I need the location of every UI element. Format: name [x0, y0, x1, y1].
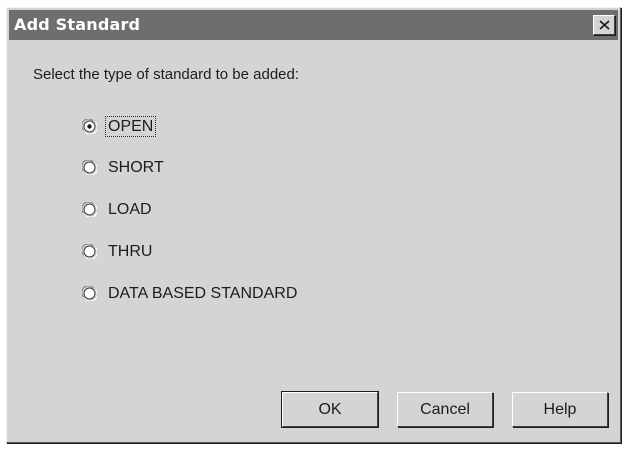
dialog-title: Add Standard — [14, 15, 141, 34]
radio-label-short[interactable]: SHORT — [106, 158, 166, 177]
radio-option-data-based-standard[interactable]: DATA BASED STANDARD — [82, 283, 382, 307]
radio-label-thru[interactable]: THRU — [106, 242, 154, 261]
cancel-button[interactable]: Cancel — [397, 392, 493, 427]
prompt-label: Select the type of standard to be added: — [33, 66, 300, 83]
radio-option-short[interactable]: SHORT — [82, 157, 382, 181]
close-icon — [599, 20, 610, 30]
radio-label-load[interactable]: LOAD — [106, 200, 154, 219]
radio-button-icon[interactable] — [82, 160, 97, 175]
radio-button-icon[interactable] — [82, 202, 97, 217]
radio-option-thru[interactable]: THRU — [82, 241, 382, 265]
radio-button-icon[interactable] — [82, 119, 97, 134]
title-bar[interactable]: Add Standard — [9, 10, 618, 40]
close-button[interactable] — [593, 15, 615, 35]
radio-button-icon[interactable] — [82, 244, 97, 259]
radio-label-data-based-standard[interactable]: DATA BASED STANDARD — [106, 284, 299, 303]
radio-option-load[interactable]: LOAD — [82, 199, 382, 223]
help-button[interactable]: Help — [512, 392, 608, 427]
ok-button[interactable]: OK — [281, 391, 379, 428]
radio-button-icon[interactable] — [82, 286, 97, 301]
radio-label-open[interactable]: OPEN — [104, 116, 157, 137]
radio-option-open[interactable]: OPEN — [82, 116, 382, 140]
add-standard-dialog: Add Standard Select the type of standard… — [6, 7, 621, 443]
